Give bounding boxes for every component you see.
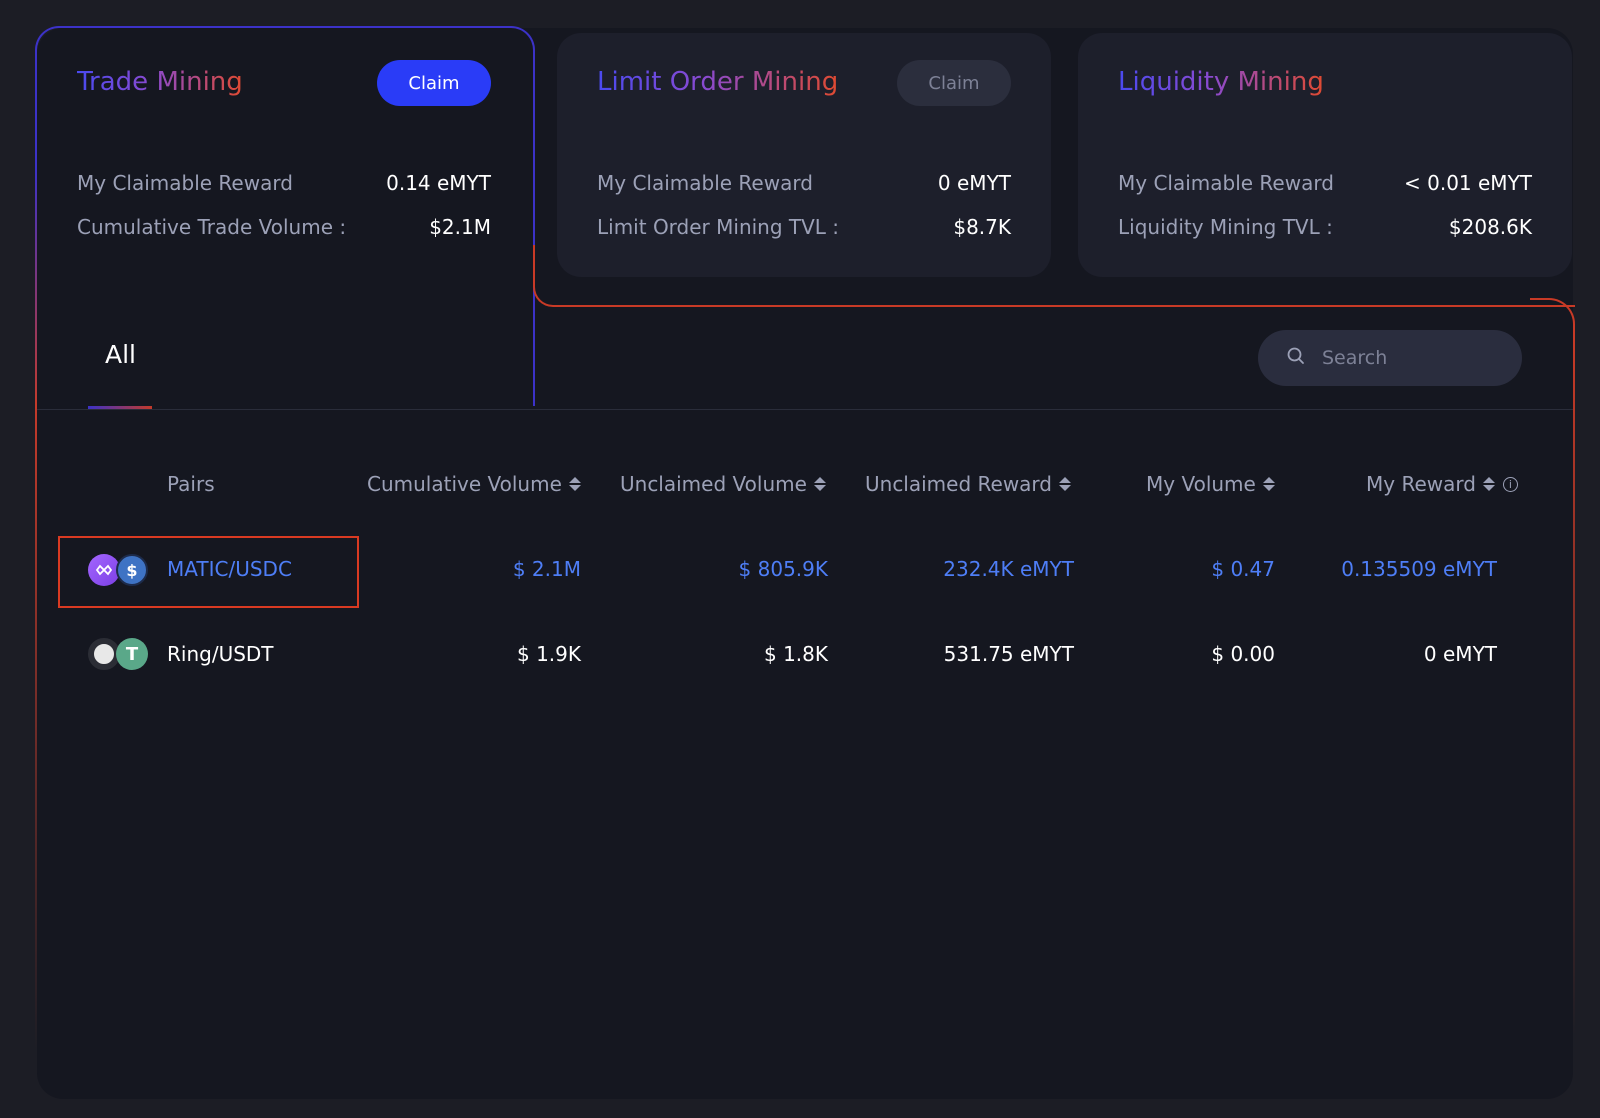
claimable-reward-label: My Claimable Reward <box>597 171 813 195</box>
tab-divider <box>37 409 1573 410</box>
card-title: Trade Mining <box>77 67 243 97</box>
header-label: My Reward <box>1366 472 1476 496</box>
trade-mining-card[interactable]: Trade Mining Claim My Claimable Reward 0… <box>37 33 531 277</box>
frame-right-edge <box>1573 336 1575 1036</box>
unclaimed-reward-cell: 232.4K eMYT <box>943 557 1074 581</box>
sort-icon[interactable] <box>813 475 826 493</box>
liquidity-tvl-label: Liquidity Mining TVL : <box>1118 215 1333 239</box>
liquidity-mining-card[interactable]: Liquidity Mining My Claimable Reward < 0… <box>1078 33 1572 277</box>
header-unclaimed-reward[interactable]: Unclaimed Reward <box>865 472 1072 496</box>
claimable-reward-value: < 0.01 eMYT <box>1404 171 1532 195</box>
pair-name[interactable]: Ring/USDT <box>167 642 274 666</box>
usdt-icon: T <box>116 638 148 670</box>
cumulative-volume-cell: $ 2.1M <box>512 557 581 581</box>
limit-order-mining-card[interactable]: Limit Order Mining Claim My Claimable Re… <box>557 33 1051 277</box>
search-box[interactable] <box>1258 330 1522 386</box>
sort-icon[interactable] <box>1482 475 1495 493</box>
header-pairs-label: Pairs <box>167 472 215 496</box>
my-volume-cell: $ 0.00 <box>1211 642 1275 666</box>
my-volume-cell: $ 0.47 <box>1211 557 1275 581</box>
header-label: Cumulative Volume <box>367 472 562 496</box>
header-label: Unclaimed Volume <box>620 472 807 496</box>
claim-button[interactable]: Claim <box>897 60 1011 106</box>
limit-order-tvl-value: $8.7K <box>953 215 1011 239</box>
my-reward-cell: 0.135509 eMYT <box>1341 557 1497 581</box>
cumulative-volume-cell: $ 1.9K <box>516 642 581 666</box>
pair-name[interactable]: MATIC/USDC <box>167 557 292 581</box>
tab-all[interactable]: All <box>105 340 136 369</box>
header-my-volume[interactable]: My Volume <box>1146 472 1275 496</box>
info-icon[interactable]: i <box>1502 476 1518 492</box>
search-icon <box>1286 346 1306 370</box>
cumulative-trade-volume-value: $2.1M <box>429 215 491 239</box>
claimable-reward-value: 0.14 eMYT <box>386 171 491 195</box>
cumulative-trade-volume-label: Cumulative Trade Volume : <box>77 215 347 239</box>
unclaimed-volume-cell: $ 1.8K <box>763 642 828 666</box>
sort-icon[interactable] <box>568 475 581 493</box>
card-title: Liquidity Mining <box>1118 67 1324 97</box>
my-reward-cell: 0 eMYT <box>1423 642 1497 666</box>
unclaimed-volume-cell: $ 805.9K <box>738 557 828 581</box>
sort-icon[interactable] <box>1059 475 1072 493</box>
claimable-reward-label: My Claimable Reward <box>77 171 293 195</box>
sort-icon[interactable] <box>1262 475 1275 493</box>
header-cumulative-volume[interactable]: Cumulative Volume <box>367 472 581 496</box>
header-label: Unclaimed Reward <box>865 472 1053 496</box>
limit-order-tvl-label: Limit Order Mining TVL : <box>597 215 840 239</box>
frame-left-edge <box>35 400 37 1050</box>
search-input[interactable] <box>1320 346 1504 370</box>
header-my-reward[interactable]: My Reward i <box>1366 472 1518 496</box>
liquidity-tvl-value: $208.6K <box>1448 215 1532 239</box>
claimable-reward-label: My Claimable Reward <box>1118 171 1334 195</box>
card-title: Limit Order Mining <box>597 67 839 97</box>
unclaimed-reward-cell: 531.75 eMYT <box>943 642 1074 666</box>
header-pairs: Pairs <box>167 472 215 496</box>
claimable-reward-value: 0 eMYT <box>937 171 1011 195</box>
claim-button[interactable]: Claim <box>377 60 491 106</box>
header-label: My Volume <box>1146 472 1256 496</box>
header-unclaimed-volume[interactable]: Unclaimed Volume <box>620 472 826 496</box>
usdc-icon: $ <box>116 554 148 586</box>
